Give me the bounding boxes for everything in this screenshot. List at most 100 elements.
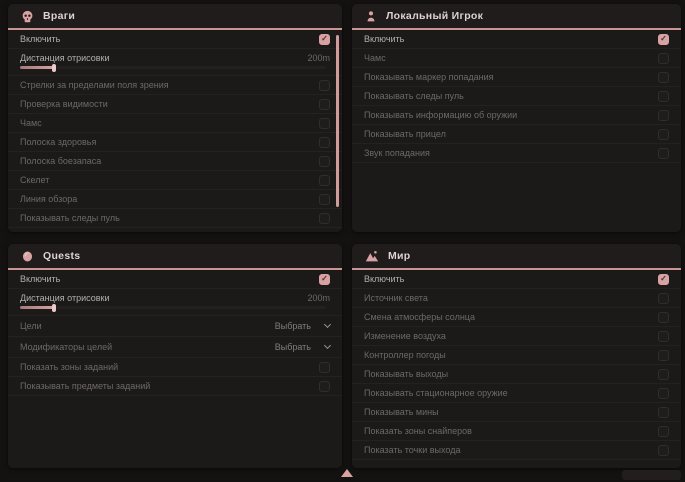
toggle-row[interactable]: Включить✓ [8,30,342,49]
panel-world: Мир Включить✓ Источник света Смена атмосфе… [352,244,681,468]
panel-title: Мир [388,250,411,262]
checkbox[interactable]: ✓ [319,34,330,45]
toggle-row[interactable]: Скелет [8,171,342,190]
cursor-icon [341,469,353,477]
setting-label: Показывать следы пуль [364,91,464,101]
checkbox[interactable] [319,99,330,110]
setting-label: Показывать стационарное оружие [364,388,508,398]
toggle-row[interactable]: Показывать следы пуль [352,87,681,106]
toggle-row[interactable]: Показать зоны заданий [8,358,342,377]
checkbox[interactable] [658,331,669,342]
toggle-row[interactable]: Источник света [352,289,681,308]
checkbox[interactable] [319,175,330,186]
toggle-row[interactable]: Включить✓ [352,270,681,289]
checkbox[interactable]: ✓ [658,274,669,285]
slider[interactable] [20,66,326,69]
slider-thumb[interactable] [52,304,56,312]
checkbox[interactable]: ✓ [658,34,669,45]
checkbox[interactable] [658,426,669,437]
setting-label: Источник света [364,293,428,303]
toggle-row[interactable]: Показывать мины [352,403,681,422]
checkbox[interactable] [658,91,669,102]
setting-label: Показать точки выхода [364,445,460,455]
checkbox[interactable] [658,53,669,64]
setting-label: Звук попадания [364,148,430,158]
setting-label: Контроллер погоды [364,350,446,360]
toggle-row[interactable]: Полоска боезапаса [8,152,342,171]
toggle-row[interactable]: Показывать предметы заданий [8,377,342,396]
checkbox[interactable] [658,445,669,456]
setting-label: Показать зоны снайперов [364,426,472,436]
dropdown[interactable]: Выбрать [275,321,330,331]
toggle-row[interactable]: Показывать прицел [352,125,681,144]
checkbox[interactable] [658,129,669,140]
panel-quests: Quests Включить✓Дистанция отрисовки200mЦ… [8,244,342,468]
dropdown-value: Выбрать [275,342,311,352]
checkbox[interactable] [319,194,330,205]
checkbox[interactable] [658,312,669,323]
slider-row: Дистанция отрисовки200m [8,289,342,316]
checkbox[interactable] [319,362,330,373]
setting-label: Показывать предметы заданий [20,381,150,391]
toggle-row[interactable]: Линия обзора [8,190,342,209]
slider-value: 200m [307,53,330,63]
setting-label: Стрелки за пределами поля зрения [20,80,169,90]
toggle-row[interactable]: Чамс [352,49,681,68]
checkbox[interactable] [319,137,330,148]
setting-label: Полоска боезапаса [20,156,101,166]
slider[interactable] [20,306,326,309]
checkbox[interactable] [319,381,330,392]
setting-label: Смена атмосферы солнца [364,312,475,322]
setting-label: Дистанция отрисовки [20,53,110,63]
toggle-row[interactable]: Смена атмосферы солнца [352,308,681,327]
setting-label: Дистанция отрисовки [20,293,110,303]
checkbox[interactable] [658,148,669,159]
toggle-row[interactable]: Показать точки выхода [352,441,681,460]
checkbox[interactable] [658,350,669,361]
checkbox[interactable] [319,156,330,167]
setting-label: Линия обзора [20,194,77,204]
toggle-row[interactable]: Показывать маркер попадания [352,68,681,87]
slider-thumb[interactable] [52,64,56,72]
dropdown[interactable]: Выбрать [275,342,330,352]
slider-row: Дистанция отрисовки 200m [8,49,342,76]
checkbox[interactable] [658,388,669,399]
toggle-row[interactable]: Показывать стационарное оружие [352,384,681,403]
toggle-row[interactable]: Показывать информацию об оружии [352,106,681,125]
setting-label: Полоска здоровья [20,137,96,147]
panel-header: Quests [8,244,342,270]
setting-label: Показывать следы пуль [20,213,120,223]
checkbox[interactable] [319,118,330,129]
mod-menu-overlay: Враги Включить✓Дистанция отрисовки200mСт… [0,0,685,482]
scrollbar[interactable] [336,35,339,207]
settings-list: Включить✓ Источник света Смена атмосферы с… [352,270,681,460]
checkbox[interactable] [658,293,669,304]
checkbox[interactable] [658,72,669,83]
toggle-row[interactable]: Полоска здоровья [8,133,342,152]
toggle-row[interactable]: Проверка видимости [8,95,342,114]
checkbox[interactable] [658,407,669,418]
setting-label: Показывать прицел [364,129,446,139]
checkbox[interactable]: ✓ [319,274,330,285]
panel-enemies: Враги Включить✓Дистанция отрисовки200mСт… [8,4,342,232]
setting-label: Показывать выходы [364,369,448,379]
checkbox[interactable] [658,110,669,121]
toggle-row[interactable]: Звук попадания [352,144,681,163]
panel-header: Локальный Игрок [352,4,681,30]
toggle-row[interactable]: Стрелки за пределами поля зрения [8,76,342,95]
toggle-row[interactable]: Изменение воздуха [352,327,681,346]
toggle-row[interactable]: Чамс [8,114,342,133]
toggle-row[interactable]: Включить✓ [8,270,342,289]
toggle-row[interactable]: Показывать выходы [352,365,681,384]
settings-list: Включить✓ Дистанция отрисовки 200m Стрелки … [8,30,342,228]
checkbox[interactable] [658,369,669,380]
checkbox[interactable] [319,80,330,91]
window-edge-sliver [622,470,681,480]
settings-list: Включить✓Дистанция отрисовки200mЦелиВыбр… [8,270,342,396]
toggle-row[interactable]: Показать зоны снайперов [352,422,681,441]
toggle-row[interactable]: Включить✓ [352,30,681,49]
toggle-row[interactable]: Показывать следы пуль [8,209,342,228]
checkbox[interactable] [319,213,330,224]
mountain-icon [365,250,379,262]
toggle-row[interactable]: Контроллер погоды [352,346,681,365]
